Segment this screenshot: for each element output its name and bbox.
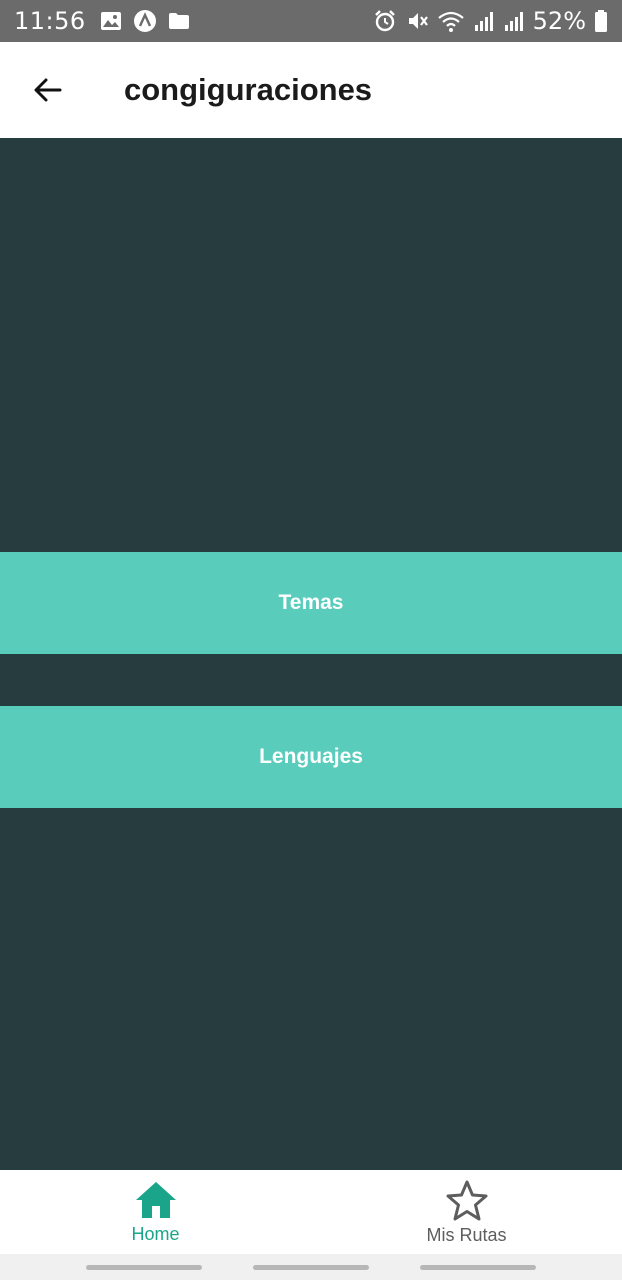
lenguajes-button[interactable]: Lenguajes: [0, 706, 622, 808]
system-home-pill[interactable]: [252, 1264, 369, 1270]
status-time: 11:56: [14, 7, 86, 35]
alarm-icon: [373, 9, 397, 33]
signal-icon: [473, 10, 495, 32]
battery-percent: 52%: [532, 7, 586, 35]
status-system-icons: 52%: [373, 7, 608, 35]
vibrate-icon: [405, 9, 429, 33]
settings-content: Temas Lenguajes: [0, 138, 622, 1170]
battery-icon: [594, 9, 608, 33]
nav-item-home[interactable]: Home: [0, 1170, 311, 1254]
assistant-icon: [133, 9, 157, 33]
back-button[interactable]: [0, 42, 96, 138]
nav-label-home: Home: [131, 1223, 180, 1244]
arrow-back-icon: [34, 78, 62, 102]
bottom-navigation: Home Mis Rutas: [0, 1170, 622, 1254]
nav-item-mis-rutas[interactable]: Mis Rutas: [311, 1170, 622, 1254]
system-recent-pill[interactable]: [85, 1264, 202, 1270]
temas-button[interactable]: Temas: [0, 552, 622, 654]
signal-icon: [503, 10, 525, 32]
image-icon: [100, 11, 122, 31]
status-bar: 11:56 52%: [0, 0, 622, 42]
system-navigation-bar: [0, 1254, 622, 1280]
status-notification-icons: [100, 9, 190, 33]
star-icon: [446, 1180, 487, 1220]
page-title: congiguraciones: [124, 72, 373, 107]
app-bar: congiguraciones: [0, 42, 622, 138]
system-back-pill[interactable]: [420, 1264, 537, 1270]
nav-label-mis-rutas: Mis Rutas: [426, 1224, 507, 1245]
home-icon: [135, 1181, 176, 1218]
folder-icon: [168, 12, 190, 30]
wifi-icon: [437, 10, 465, 32]
